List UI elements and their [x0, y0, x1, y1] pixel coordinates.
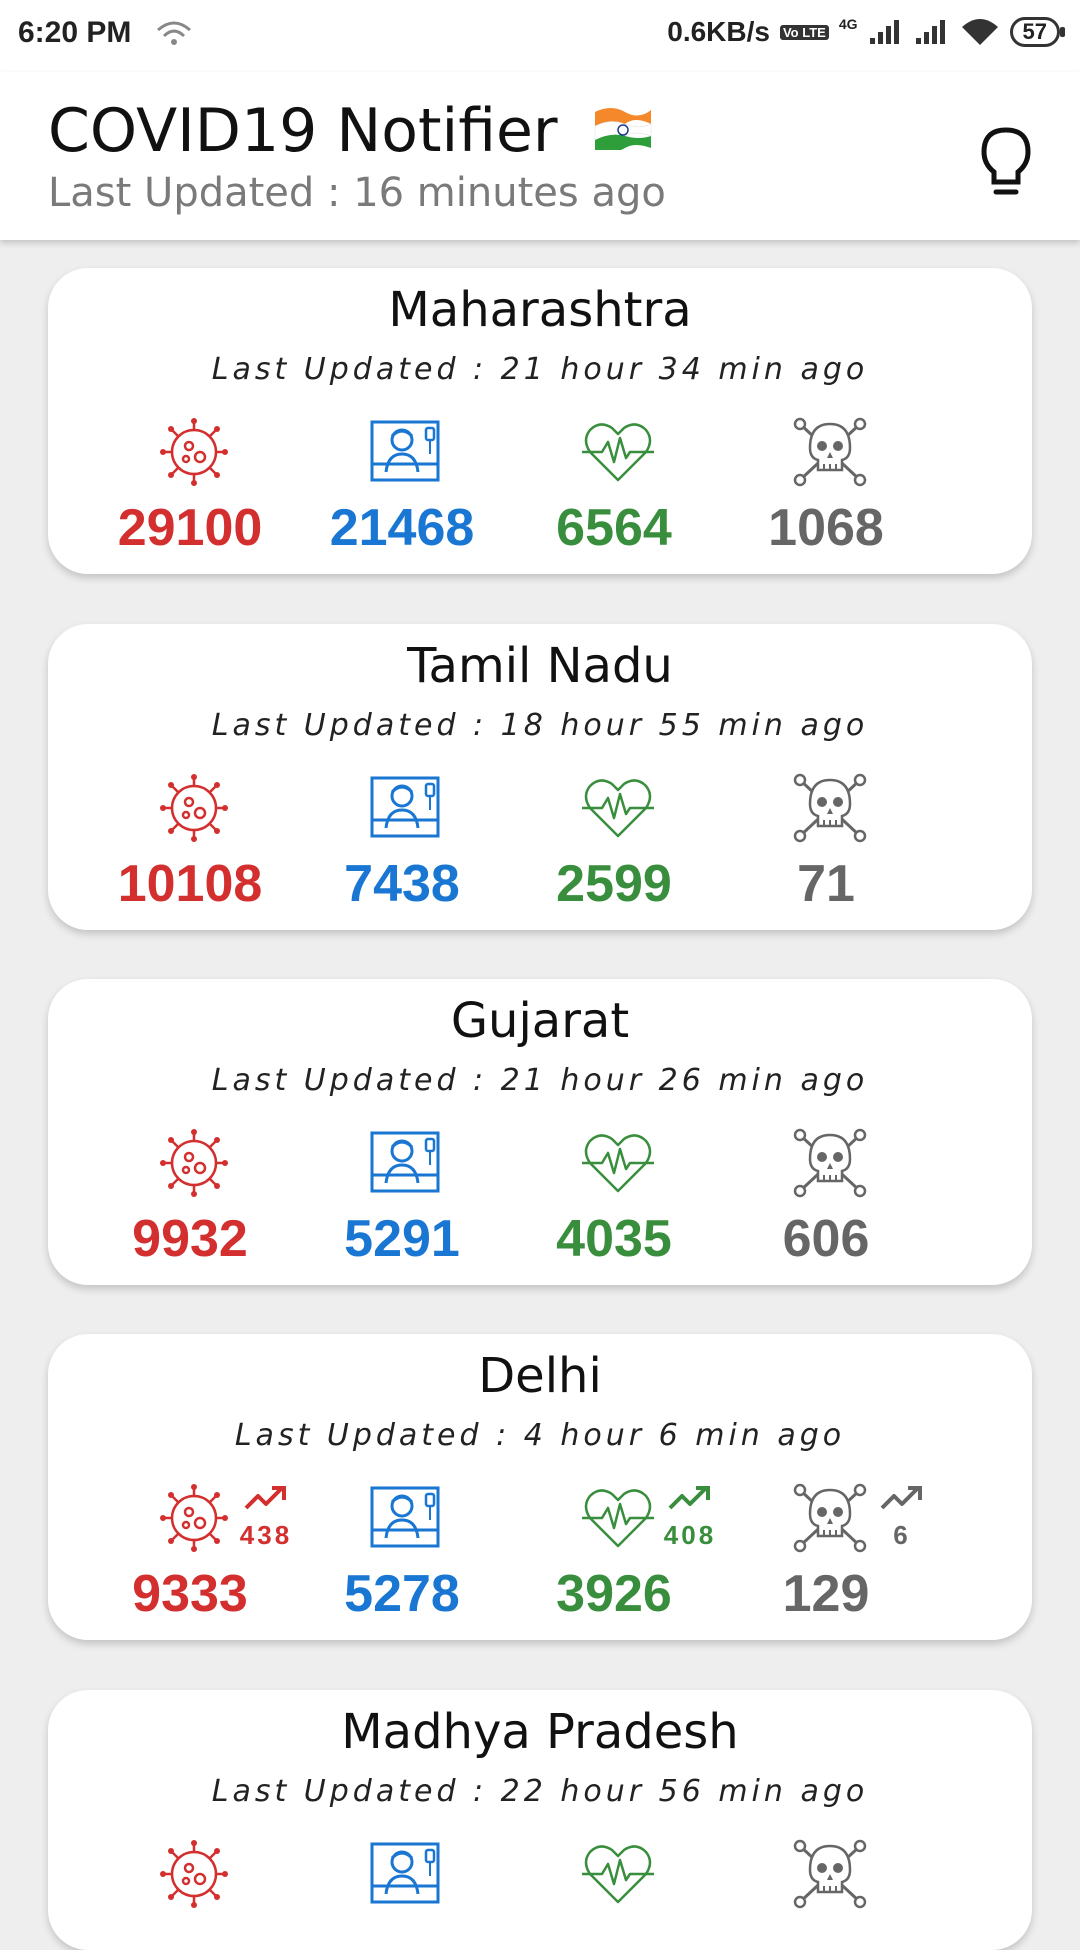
deaths-delta: 6: [872, 1484, 932, 1560]
recovered-count: 6564: [556, 499, 672, 557]
confirmed-delta: 438: [236, 1484, 296, 1560]
skull-crossbones-icon: [792, 414, 868, 490]
confirmed-stat: 9932: [84, 1125, 296, 1275]
deaths-stat: 1068: [720, 414, 932, 564]
virus-icon: [156, 770, 232, 846]
status-bar: 6:20 PM 0.6KB/s Vo LTE 4G 57: [0, 0, 1080, 72]
active-stat: 21468: [296, 414, 508, 564]
trending-up-icon: [244, 1484, 288, 1512]
recovered-stat: 6564: [508, 414, 720, 564]
virus-icon: [156, 1836, 232, 1912]
status-indicators: 0.6KB/s Vo LTE 4G 57: [667, 16, 1066, 48]
state-card[interactable]: Delhi Last Updated : 4 hour 6 min ago 43…: [48, 1334, 1032, 1640]
state-last-updated: Last Updated : 18 hour 55 min ago: [211, 708, 869, 743]
network-type: 4G: [838, 16, 858, 32]
active-count: 7438: [344, 855, 460, 913]
deaths-count: 71: [797, 855, 855, 913]
last-updated-subtitle: Last Updated : 16 minutes ago: [48, 170, 666, 216]
confirmed-count: 10108: [117, 855, 263, 913]
net-speed: 0.6KB/s: [667, 16, 770, 47]
deaths-delta-value: 6: [893, 1520, 911, 1550]
state-last-updated: Last Updated : 21 hour 34 min ago: [211, 352, 869, 387]
confirmed-stat: 438 9333: [84, 1480, 296, 1630]
virus-icon: [156, 1125, 232, 1201]
lightbulb-icon[interactable]: [978, 124, 1034, 204]
india-flag-icon: [594, 108, 651, 151]
patient-bed-icon: [368, 1836, 444, 1912]
recovered-delta: 408: [660, 1484, 720, 1560]
wifi-icon: [961, 19, 998, 45]
active-stat: 5278: [296, 1480, 508, 1630]
patient-bed-icon: [368, 414, 444, 490]
active-stat: 5291: [296, 1125, 508, 1275]
state-card[interactable]: Tamil Nadu Last Updated : 18 hour 55 min…: [48, 624, 1032, 930]
skull-crossbones-icon: [792, 1480, 868, 1556]
recovered-count: 3926: [556, 1565, 672, 1623]
deaths-stat: 6 129: [720, 1480, 932, 1630]
virus-icon: [156, 1480, 232, 1556]
state-name: Tamil Nadu: [407, 638, 673, 694]
state-name: Delhi: [478, 1348, 602, 1404]
skull-crossbones-icon: [792, 770, 868, 846]
volte-badge: Vo LTE: [779, 24, 829, 40]
patient-bed-icon: [368, 1125, 444, 1201]
skull-crossbones-icon: [792, 1836, 868, 1912]
active-count: 5291: [344, 1210, 460, 1268]
virus-icon: [156, 414, 232, 490]
confirmed-stat: 10108: [84, 770, 296, 920]
state-name: Madhya Pradesh: [341, 1704, 739, 1760]
status-time: 6:20 PM: [18, 16, 132, 49]
deaths-stat: 71: [720, 770, 932, 920]
confirmed-stat: [84, 1836, 296, 1950]
state-card[interactable]: Maharashtra Last Updated : 21 hour 34 mi…: [48, 268, 1032, 574]
deaths-count: 129: [782, 1565, 870, 1623]
state-last-updated: Last Updated : 21 hour 26 min ago: [211, 1063, 869, 1098]
deaths-count: 1068: [768, 499, 884, 557]
signal-icon: [869, 20, 899, 44]
state-name: Gujarat: [450, 993, 630, 1049]
heartbeat-icon: [580, 414, 656, 490]
heartbeat-icon: [580, 1480, 656, 1556]
recovered-stat: [508, 1836, 720, 1950]
recovered-delta-value: 408: [663, 1520, 717, 1550]
patient-bed-icon: [368, 770, 444, 846]
deaths-stat: [720, 1836, 932, 1950]
state-name: Maharashtra: [388, 282, 692, 338]
app-title-text: COVID19 Notifier: [48, 96, 558, 166]
recovered-count: 4035: [556, 1210, 672, 1268]
heartbeat-icon: [580, 770, 656, 846]
active-stat: 7438: [296, 770, 508, 920]
trending-up-icon: [668, 1484, 712, 1512]
recovered-stat: 408 3926: [508, 1480, 720, 1630]
heartbeat-icon: [580, 1125, 656, 1201]
deaths-stat: 606: [720, 1125, 932, 1275]
state-last-updated: Last Updated : 4 hour 6 min ago: [234, 1418, 846, 1453]
recovered-stat: 4035: [508, 1125, 720, 1275]
recovered-count: 2599: [556, 855, 672, 913]
state-card[interactable]: Gujarat Last Updated : 21 hour 26 min ag…: [48, 979, 1032, 1285]
state-card[interactable]: Madhya Pradesh Last Updated : 22 hour 56…: [48, 1690, 1032, 1950]
confirmed-delta-value: 438: [239, 1520, 293, 1550]
confirmed-stat: 29100: [84, 414, 296, 564]
recovered-stat: 2599: [508, 770, 720, 920]
confirmed-count: 29100: [117, 499, 263, 557]
confirmed-count: 9333: [132, 1565, 248, 1623]
signal-icon-2: [915, 20, 945, 44]
deaths-count: 606: [782, 1210, 870, 1268]
heartbeat-icon: [580, 1836, 656, 1912]
skull-crossbones-icon: [792, 1125, 868, 1201]
app-title: COVID19 Notifier: [48, 96, 655, 166]
wifi-icon: [157, 21, 191, 45]
trending-up-icon: [880, 1484, 924, 1512]
battery-indicator: 57: [1009, 17, 1066, 47]
confirmed-count: 9932: [132, 1210, 248, 1268]
patient-bed-icon: [368, 1480, 444, 1556]
active-stat: [296, 1836, 508, 1950]
state-last-updated: Last Updated : 22 hour 56 min ago: [211, 1774, 869, 1809]
active-count: 21468: [329, 499, 475, 557]
active-count: 5278: [344, 1565, 460, 1623]
app-bar: COVID19 Notifier Last Updated : 16 minut…: [0, 72, 1080, 240]
